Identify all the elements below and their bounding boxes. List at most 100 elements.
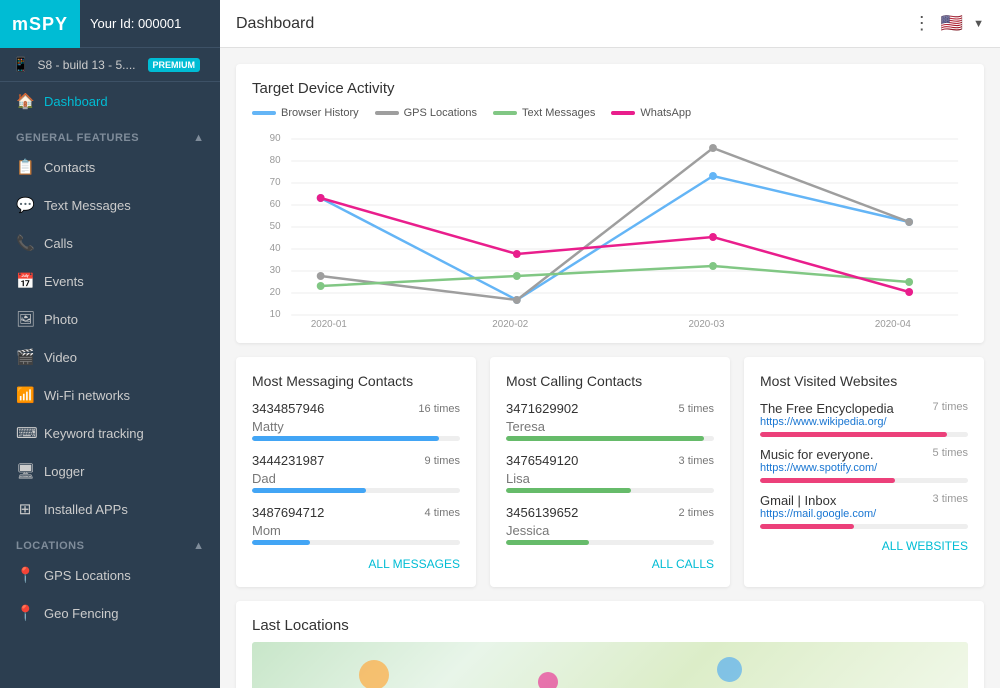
- gps-locations-color: [375, 111, 399, 115]
- svg-text:2020-03: 2020-03: [688, 319, 724, 327]
- legend-browser-history: Browser History: [252, 107, 359, 119]
- website-bar-3: [760, 524, 854, 529]
- language-chevron-icon[interactable]: ▼: [973, 18, 984, 30]
- all-calls-link[interactable]: ALL CALLS: [506, 557, 714, 571]
- sidebar-item-text-messages[interactable]: 💬 Text Messages: [0, 186, 220, 224]
- device-name: S8 - build 13 - 5....: [37, 58, 135, 72]
- messaging-bar-2: [252, 488, 366, 493]
- text-messages-color: [493, 111, 517, 115]
- general-features-label: GENERAL FEATURES: [16, 132, 139, 144]
- svg-text:60: 60: [270, 199, 281, 210]
- user-id: Your Id: 000001: [80, 0, 220, 48]
- messaging-contacts-card: Most Messaging Contacts 3434857946 16 ti…: [236, 357, 476, 587]
- video-icon: 🎬: [16, 348, 34, 366]
- page-title: Dashboard: [236, 15, 314, 33]
- contact-number-1: 3434857946: [252, 401, 324, 416]
- chevron-up-icon-2: ▲: [193, 540, 204, 552]
- svg-text:20: 20: [270, 287, 281, 298]
- gps-icon: 📍: [16, 566, 34, 584]
- apps-icon: ⊞: [16, 500, 34, 518]
- sidebar-item-calls[interactable]: 📞 Calls: [0, 224, 220, 262]
- logger-icon: 🖥: [16, 462, 34, 480]
- chart-title: Target Device Activity: [252, 80, 968, 97]
- map-marker-2: [538, 672, 558, 688]
- svg-text:50: 50: [270, 221, 281, 232]
- device-row: 📱 S8 - build 13 - 5.... PREMIUM: [0, 48, 220, 82]
- sidebar-item-installed-apps[interactable]: ⊞ Installed APPs: [0, 490, 220, 528]
- locations-section: LOCATIONS ▲: [0, 528, 220, 556]
- website-bar-1: [760, 432, 947, 437]
- legend-whatsapp: WhatsApp: [611, 107, 691, 119]
- messaging-bar-1: [252, 436, 439, 441]
- activity-chart-card: Target Device Activity Browser History G…: [236, 64, 984, 343]
- svg-text:2020-04: 2020-04: [875, 319, 911, 327]
- messaging-contact-2: 3444231987 9 times Dad: [252, 453, 460, 493]
- messaging-contacts-title: Most Messaging Contacts: [252, 373, 460, 389]
- sidebar-item-logger[interactable]: 🖥 Logger: [0, 452, 220, 490]
- website-bar-2: [760, 478, 895, 483]
- svg-text:2020-02: 2020-02: [492, 319, 528, 327]
- contact-number-3: 3487694712: [252, 505, 324, 520]
- more-options-icon[interactable]: ⋮: [913, 13, 931, 34]
- flag-icon[interactable]: 🇺🇸: [941, 13, 963, 34]
- keyboard-icon: ⌨: [16, 424, 34, 442]
- general-features-section: GENERAL FEATURES ▲: [0, 120, 220, 148]
- calling-number-2: 3476549120: [506, 453, 578, 468]
- svg-text:90: 90: [270, 133, 281, 144]
- android-icon: 📱: [12, 56, 29, 73]
- sidebar-item-geo-fencing[interactable]: 📍 Geo Fencing: [0, 594, 220, 632]
- locations-label: LOCATIONS: [16, 540, 84, 552]
- sidebar-item-events[interactable]: 📅 Events: [0, 262, 220, 300]
- map-placeholder: [252, 642, 968, 688]
- calling-bar-3: [506, 540, 589, 545]
- premium-badge: PREMIUM: [148, 58, 201, 72]
- geo-icon: 📍: [16, 604, 34, 622]
- whatsapp-color: [611, 111, 635, 115]
- photo-icon: 🖼: [16, 310, 34, 328]
- calling-contact-1: 3471629902 5 times Teresa: [506, 401, 714, 441]
- svg-text:80: 80: [270, 155, 281, 166]
- calling-bar-1: [506, 436, 704, 441]
- sidebar-item-dashboard[interactable]: 🏠 Dashboard: [0, 82, 220, 120]
- sidebar-item-wifi[interactable]: 📶 Wi-Fi networks: [0, 376, 220, 414]
- website-item-2: Music for everyone. https://www.spotify.…: [760, 447, 968, 483]
- all-websites-link[interactable]: ALL WEBSITES: [760, 539, 968, 553]
- events-icon: 📅: [16, 272, 34, 290]
- stats-row: Most Messaging Contacts 3434857946 16 ti…: [236, 357, 984, 587]
- websites-title: Most Visited Websites: [760, 373, 968, 389]
- last-locations-title: Last Locations: [252, 617, 968, 634]
- main-content: Dashboard ⋮ 🇺🇸 ▼ Target Device Activity …: [220, 0, 1000, 688]
- map-marker-1: [359, 660, 389, 688]
- map-background: [252, 642, 968, 688]
- websites-card: Most Visited Websites The Free Encyclope…: [744, 357, 984, 587]
- sidebar-item-contacts[interactable]: 📋 Contacts: [0, 148, 220, 186]
- messaging-bar-3: [252, 540, 310, 545]
- calling-bar-2: [506, 488, 631, 493]
- sidebar-item-photo[interactable]: 🖼 Photo: [0, 300, 220, 338]
- messaging-contact-1: 3434857946 16 times Matty: [252, 401, 460, 441]
- line-chart-svg: 90 80 70 60 50 40 30 20 10: [252, 127, 968, 327]
- chevron-up-icon: ▲: [193, 132, 204, 144]
- all-messages-link[interactable]: ALL MESSAGES: [252, 557, 460, 571]
- website-item-1: The Free Encyclopedia https://www.wikipe…: [760, 401, 968, 437]
- wifi-icon: 📶: [16, 386, 34, 404]
- legend-gps-locations: GPS Locations: [375, 107, 477, 119]
- dashboard-content: Target Device Activity Browser History G…: [220, 48, 1000, 688]
- topbar-right: ⋮ 🇺🇸 ▼: [913, 13, 984, 34]
- svg-text:30: 30: [270, 265, 281, 276]
- calling-number-3: 3456139652: [506, 505, 578, 520]
- sidebar: mSPY Your Id: 000001 📱 S8 - build 13 - 5…: [0, 0, 220, 688]
- sidebar-item-video[interactable]: 🎬 Video: [0, 338, 220, 376]
- messaging-contact-3: 3487694712 4 times Mom: [252, 505, 460, 545]
- sidebar-item-keyword-tracking[interactable]: ⌨ Keyword tracking: [0, 414, 220, 452]
- calls-icon: 📞: [16, 234, 34, 252]
- logo: mSPY: [12, 14, 68, 35]
- calling-contacts-title: Most Calling Contacts: [506, 373, 714, 389]
- svg-text:70: 70: [270, 177, 281, 188]
- browser-history-color: [252, 111, 276, 115]
- contact-number-2: 3444231987: [252, 453, 324, 468]
- sidebar-item-gps-locations[interactable]: 📍 GPS Locations: [0, 556, 220, 594]
- calling-number-1: 3471629902: [506, 401, 578, 416]
- svg-text:40: 40: [270, 243, 281, 254]
- calling-contact-2: 3476549120 3 times Lisa: [506, 453, 714, 493]
